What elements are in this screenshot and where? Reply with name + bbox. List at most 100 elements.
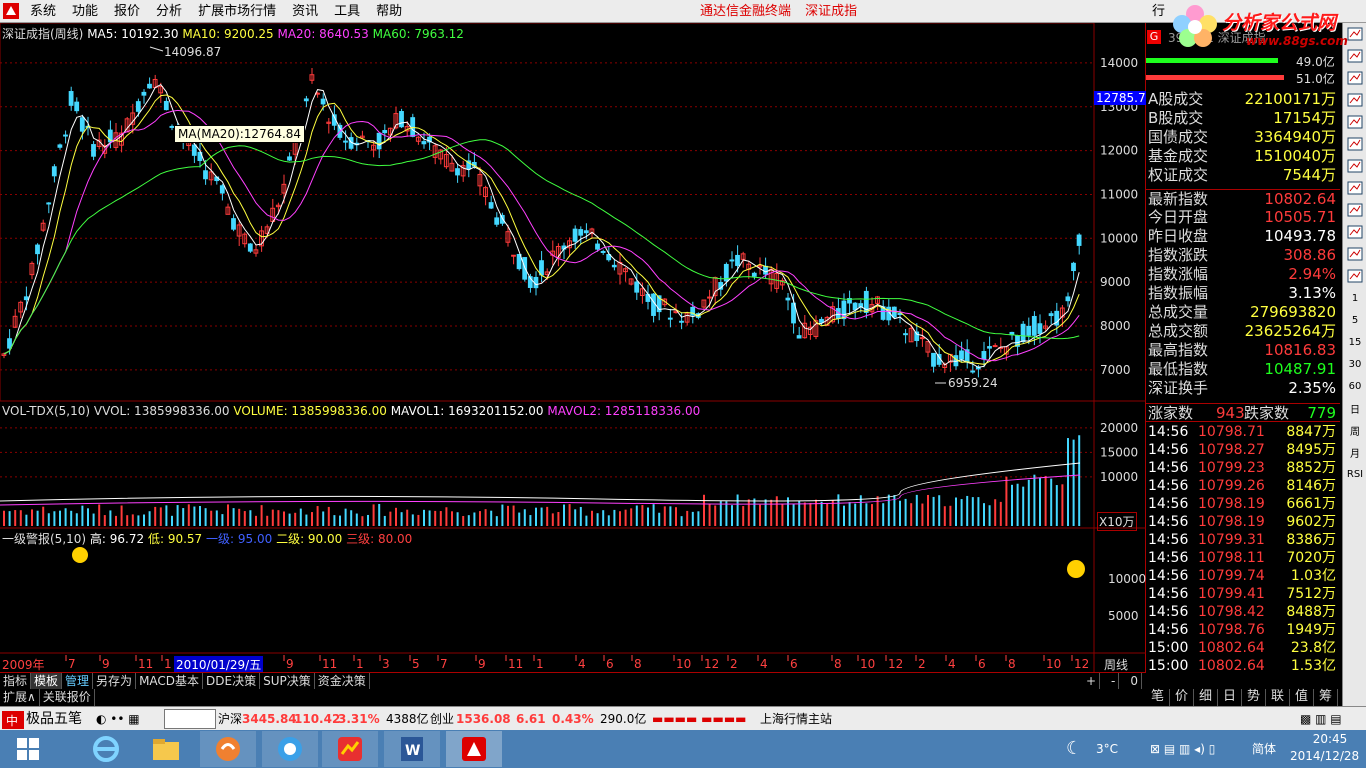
stat-value: 10816.83 xyxy=(1264,341,1336,359)
tick-row[interactable]: 14:56 10798.42 8488万 xyxy=(1146,603,1340,621)
ie-icon[interactable] xyxy=(78,731,134,767)
start-icon[interactable] xyxy=(0,731,56,767)
candle-body xyxy=(1037,323,1043,334)
menu-info[interactable]: 资讯 xyxy=(284,0,326,23)
tab-dde[interactable]: DDE决策 xyxy=(203,673,261,689)
menu-system[interactable]: 系统 xyxy=(22,0,64,23)
clock-time[interactable]: 20:45 xyxy=(1300,730,1360,748)
tab-template[interactable]: 模板 xyxy=(31,673,63,689)
tick-row[interactable]: 14:56 10799.74 1.03亿 xyxy=(1146,567,1340,585)
stat-value: 3.13% xyxy=(1288,284,1336,302)
toolstrip-chart-icon[interactable] xyxy=(1343,221,1366,243)
toolstrip-chart-icon[interactable] xyxy=(1343,177,1366,199)
tab-indicator[interactable]: 指标 xyxy=(0,673,32,689)
tick-row[interactable]: 14:56 10799.31 8386万 xyxy=(1146,531,1340,549)
explorer-icon[interactable] xyxy=(138,731,194,767)
vol-tick-label: 15000 xyxy=(1100,445,1138,459)
tick-row[interactable]: 14:56 10798.76 1949万 xyxy=(1146,621,1340,639)
stat-row: 总成交量 279693820 xyxy=(1146,303,1340,322)
tray-icons[interactable]: ⊠ ▤ ▥ ◂) ▯ xyxy=(1150,730,1215,768)
toolstrip-period[interactable]: 60 xyxy=(1343,375,1366,397)
tick-row[interactable]: 14:56 10798.11 7020万 xyxy=(1146,549,1340,567)
menu-ext-market[interactable]: 扩展市场行情 xyxy=(190,0,284,23)
tick-row[interactable]: 14:56 10798.27 8495万 xyxy=(1146,441,1340,459)
weather-moon-icon[interactable]: ☾ xyxy=(1066,730,1082,768)
panel-tab[interactable]: 日 xyxy=(1218,689,1242,706)
toolstrip-period[interactable]: 日 xyxy=(1343,397,1366,419)
menu-function[interactable]: 功能 xyxy=(64,0,106,23)
ma5-label: MA5: 10192.30 xyxy=(87,27,179,41)
tab-macd[interactable]: MACD基本 xyxy=(136,673,204,689)
tick-row[interactable]: 14:56 10798.19 9602万 xyxy=(1146,513,1340,531)
ime-name[interactable]: 极品五笔 xyxy=(26,707,82,731)
tick-price: 10799.26 xyxy=(1198,478,1265,494)
candle-body xyxy=(219,185,225,194)
tick-row[interactable]: 14:56 10799.41 7512万 xyxy=(1146,585,1340,603)
period-label[interactable]: 周线 xyxy=(1104,656,1128,673)
clock-date[interactable]: 2014/12/28 xyxy=(1290,747,1359,765)
menu-tools[interactable]: 工具 xyxy=(326,0,368,23)
toolstrip-period[interactable]: 1 xyxy=(1343,287,1366,309)
app-red-icon[interactable] xyxy=(322,731,378,767)
toolstrip-period[interactable]: 月 xyxy=(1343,441,1366,463)
toolstrip-chart-icon[interactable] xyxy=(1343,89,1366,111)
panel-tab[interactable]: 笔 xyxy=(1146,689,1170,706)
y-tick-label: 12000 xyxy=(1100,144,1138,158)
tab-related-quote[interactable]: 关联报价 xyxy=(40,689,95,706)
candle-body xyxy=(578,229,584,236)
tab-save-as[interactable]: 另存为 xyxy=(93,673,137,689)
candle-body xyxy=(7,338,12,349)
app-blue-icon[interactable] xyxy=(262,731,318,767)
zoom-reset-button[interactable]: 0 xyxy=(1127,673,1142,689)
app-orange-icon[interactable] xyxy=(200,731,256,767)
toolstrip-period[interactable]: 30 xyxy=(1343,353,1366,375)
chart-area[interactable]: 14000 13000 12000 11000 10000 9000 8000 7000 200… xyxy=(0,23,1148,673)
app-icon[interactable]: 中 xyxy=(2,707,24,731)
zoom-out-button[interactable]: - xyxy=(1108,673,1120,689)
panel-tab[interactable]: 势 xyxy=(1242,689,1266,706)
taskbar: W ☾ 3°C ⊠ ▤ ▥ ◂) ▯ 简体 20:45 2014/12/28 xyxy=(0,730,1366,768)
toolstrip-period[interactable]: 5 xyxy=(1343,309,1366,331)
toolstrip-chart-icon[interactable] xyxy=(1343,67,1366,89)
toolstrip-chart-icon[interactable] xyxy=(1343,243,1366,265)
toolstrip-chart-icon[interactable] xyxy=(1343,265,1366,287)
toolstrip-chart-icon[interactable] xyxy=(1343,155,1366,177)
tick-row[interactable]: 14:56 10799.23 8852万 xyxy=(1146,459,1340,477)
toolstrip-period[interactable]: RSI xyxy=(1343,463,1366,485)
toolstrip-chart-icon[interactable] xyxy=(1343,199,1366,221)
panel-tab[interactable]: 筹 xyxy=(1314,689,1338,706)
tick-row[interactable]: 15:00 10802.64 1.53亿 xyxy=(1146,657,1340,675)
station-label[interactable]: 上海行情主站 xyxy=(760,707,832,731)
candle-body xyxy=(141,91,147,96)
tick-volume: 8386万 xyxy=(1286,532,1336,548)
tab-expand[interactable]: 扩展∧ xyxy=(0,689,40,706)
toolstrip-chart-icon[interactable] xyxy=(1343,111,1366,133)
toolstrip-period[interactable]: 15 xyxy=(1343,331,1366,353)
tab-sup[interactable]: SUP决策 xyxy=(260,673,315,689)
tick-row[interactable]: 14:56 10798.19 6661万 xyxy=(1146,495,1340,513)
kline-chart-svg[interactable]: 1400013000120001100010000900080007000200… xyxy=(0,23,1146,673)
ime-indicator[interactable]: 简体 xyxy=(1252,730,1276,768)
toolstrip-chart-icon[interactable] xyxy=(1343,133,1366,155)
tick-row[interactable]: 15:00 10802.64 23.8亿 xyxy=(1146,639,1340,657)
weather-temp[interactable]: 3°C xyxy=(1096,730,1118,768)
menu-help[interactable]: 帮助 xyxy=(368,0,410,23)
panel-tab[interactable]: 值 xyxy=(1290,689,1314,706)
tab-funds[interactable]: 资金决策 xyxy=(315,673,370,689)
panel-tab[interactable]: 价 xyxy=(1170,689,1194,706)
tick-row[interactable]: 14:56 10798.71 8847万 xyxy=(1146,423,1340,441)
app-logo-icon[interactable] xyxy=(0,0,22,22)
ime-controls-icon[interactable]: ◐ •• ▦ xyxy=(96,707,140,731)
zoom-in-button[interactable]: + xyxy=(1083,673,1101,689)
tdx-app-icon[interactable] xyxy=(446,731,502,767)
toolstrip-period[interactable]: 周 xyxy=(1343,419,1366,441)
menu-quote[interactable]: 报价 xyxy=(106,0,148,23)
tick-row[interactable]: 14:56 10799.26 8146万 xyxy=(1146,477,1340,495)
word-icon[interactable]: W xyxy=(384,731,440,767)
tray-mini-icons[interactable]: ▩ ▥ ▤ xyxy=(1300,707,1342,731)
menu-analysis[interactable]: 分析 xyxy=(148,0,190,23)
panel-tab[interactable]: 联 xyxy=(1266,689,1290,706)
panel-tab[interactable]: 细 xyxy=(1194,689,1218,706)
tab-manage[interactable]: 管理 xyxy=(62,673,94,689)
ime-input-box[interactable] xyxy=(164,709,216,729)
